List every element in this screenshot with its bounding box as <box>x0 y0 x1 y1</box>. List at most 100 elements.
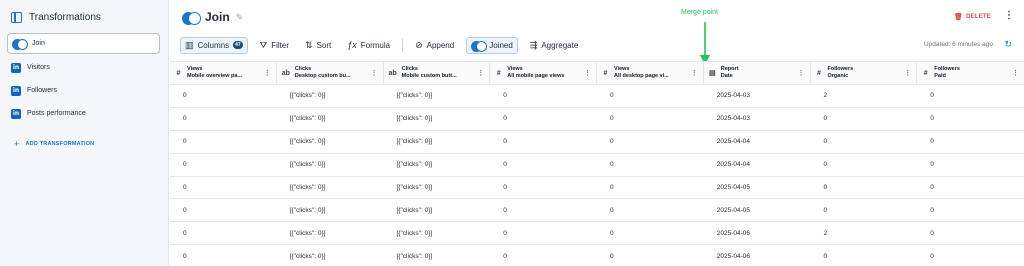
joined-button[interactable]: Joined <box>466 36 518 54</box>
table-cell[interactable]: 0 <box>490 108 597 130</box>
table-cell[interactable]: 0 <box>597 222 704 244</box>
table-cell[interactable]: 2025-04-03 <box>704 85 811 107</box>
table-cell[interactable]: [{"clicks": 0}] <box>384 245 491 266</box>
table-cell[interactable]: 0 <box>170 177 277 199</box>
column-name: Views <box>614 65 630 72</box>
add-transformation-button[interactable]: + ADD TRANSFORMATION <box>14 139 94 149</box>
column-header[interactable]: # Views All mobile page views ⋮ <box>490 62 597 84</box>
table-cell[interactable]: 0 <box>811 177 918 199</box>
table-cell[interactable]: 2025-04-04 <box>704 131 811 153</box>
table-cell[interactable]: [{"clicks": 0}] <box>384 131 491 153</box>
table-cell[interactable]: 0 <box>490 177 597 199</box>
column-header[interactable]: ▤ Report Date ⋮ <box>704 62 811 84</box>
table-cell[interactable]: 0 <box>490 245 597 266</box>
table-cell[interactable]: 0 <box>597 177 704 199</box>
table-cell[interactable]: 0 <box>917 85 1024 107</box>
table-cell[interactable]: 0 <box>597 108 704 130</box>
column-header[interactable]: # Views All desktop page vi... ⋮ <box>597 62 704 84</box>
table-cell[interactable]: [{"clicks": 0}] <box>277 177 384 199</box>
column-subtitle: Mobile overview pa... <box>187 73 243 79</box>
table-cell[interactable]: [{"clicks": 0}] <box>384 199 491 221</box>
table-cell[interactable]: 2 <box>811 85 918 107</box>
table-cell[interactable]: 0 <box>917 108 1024 130</box>
table-cell[interactable]: 0 <box>170 131 277 153</box>
sidebar-item-visitors[interactable]: in Visitors <box>7 57 160 78</box>
column-menu-icon[interactable]: ⋮ <box>477 69 484 77</box>
table-cell[interactable]: 0 <box>170 108 277 130</box>
refresh-icon[interactable]: ↻ <box>1004 39 1012 50</box>
columns-button[interactable]: ▥ Columns 47 <box>180 36 248 54</box>
table-cell[interactable]: [{"clicks": 0}] <box>384 85 491 107</box>
sidebar-item-followers[interactable]: in Followers <box>7 80 160 101</box>
table-cell[interactable]: 0 <box>811 154 918 176</box>
table-cell[interactable]: 0 <box>811 131 918 153</box>
formula-button[interactable]: ƒx Formula <box>343 37 394 54</box>
table-cell[interactable]: 2025-04-05 <box>704 199 811 221</box>
table-cell[interactable]: 0 <box>490 222 597 244</box>
sort-button[interactable]: ⇅ Sort <box>301 37 335 54</box>
table-cell[interactable]: 2 <box>811 222 918 244</box>
table-cell[interactable]: 0 <box>597 131 704 153</box>
column-menu-icon[interactable]: ⋮ <box>1012 69 1019 77</box>
table-cell[interactable]: 0 <box>490 154 597 176</box>
column-menu-icon[interactable]: ⋮ <box>798 69 805 77</box>
table-cell[interactable]: [{"clicks": 0}] <box>277 108 384 130</box>
table-cell[interactable]: [{"clicks": 0}] <box>277 85 384 107</box>
column-menu-icon[interactable]: ⋮ <box>584 69 591 77</box>
table-cell[interactable]: 2025-04-05 <box>704 177 811 199</box>
table-cell[interactable]: 0 <box>917 131 1024 153</box>
table-cell[interactable]: 0 <box>917 245 1024 266</box>
table-cell[interactable]: 0 <box>811 245 918 266</box>
filter-button[interactable]: ⛛ Filter <box>256 37 293 54</box>
aggregate-button[interactable]: ⇶ Aggregate <box>526 37 582 54</box>
table-cell[interactable]: 0 <box>490 85 597 107</box>
table-cell[interactable]: [{"clicks": 0}] <box>384 108 491 130</box>
sidebar-item-posts-performance[interactable]: in Posts performance <box>7 103 160 124</box>
table-cell[interactable]: [{"clicks": 0}] <box>384 154 491 176</box>
table-cell[interactable]: 0 <box>917 154 1024 176</box>
table-cell[interactable]: [{"clicks": 0}] <box>277 131 384 153</box>
table-cell[interactable]: 0 <box>170 199 277 221</box>
merge-point-arrow <box>700 22 710 65</box>
table-cell[interactable]: 0 <box>597 85 704 107</box>
table-cell[interactable]: 0 <box>170 85 277 107</box>
table-cell[interactable]: 0 <box>170 222 277 244</box>
table-cell[interactable]: 0 <box>597 154 704 176</box>
table-cell[interactable]: 2025-04-04 <box>704 154 811 176</box>
table-cell[interactable]: 0 <box>490 131 597 153</box>
column-header[interactable]: ab Clicks Mobile custom butt... ⋮ <box>384 62 491 84</box>
table-cell[interactable]: 0 <box>170 154 277 176</box>
more-options-icon[interactable]: ⋮ <box>1004 10 1014 21</box>
table-cell[interactable]: [{"clicks": 0}] <box>277 199 384 221</box>
sidebar-item-join[interactable]: Join <box>7 33 160 54</box>
table-cell[interactable]: 2025-04-03 <box>704 108 811 130</box>
table-cell[interactable]: [{"clicks": 0}] <box>384 222 491 244</box>
column-header[interactable]: # Views Mobile overview pa... ⋮ <box>170 62 277 84</box>
column-menu-icon[interactable]: ⋮ <box>371 69 378 77</box>
table-cell[interactable]: [{"clicks": 0}] <box>384 177 491 199</box>
column-menu-icon[interactable]: ⋮ <box>904 69 911 77</box>
table-cell[interactable]: 0 <box>917 199 1024 221</box>
table-cell[interactable]: [{"clicks": 0}] <box>277 245 384 266</box>
table-cell[interactable]: 0 <box>917 222 1024 244</box>
table-cell[interactable]: 0 <box>811 108 918 130</box>
table-cell[interactable]: 2025-04-06 <box>704 222 811 244</box>
append-button[interactable]: ⊘ Append <box>411 37 458 54</box>
table-cell[interactable]: 0 <box>490 199 597 221</box>
table-cell[interactable]: 0 <box>597 245 704 266</box>
table-cell[interactable]: 0 <box>597 199 704 221</box>
table-cell[interactable]: [{"clicks": 0}] <box>277 222 384 244</box>
column-menu-icon[interactable]: ⋮ <box>691 69 698 77</box>
column-header[interactable]: # Followers Organic ⋮ <box>811 62 918 84</box>
page-title: Join <box>205 10 230 24</box>
table-cell[interactable]: [{"clicks": 0}] <box>277 154 384 176</box>
column-header[interactable]: # Followers Paid ⋮ <box>917 62 1024 84</box>
edit-icon[interactable]: ✎ <box>236 12 244 23</box>
table-cell[interactable]: 0 <box>917 177 1024 199</box>
column-header[interactable]: ab Clicks Desktop custom bu... ⋮ <box>277 62 384 84</box>
table-cell[interactable]: 0 <box>170 245 277 266</box>
table-cell[interactable]: 0 <box>811 199 918 221</box>
table-cell[interactable]: 2025-04-06 <box>704 245 811 266</box>
delete-button[interactable]: 🗑 DELETE <box>954 13 991 21</box>
column-menu-icon[interactable]: ⋮ <box>264 69 271 77</box>
